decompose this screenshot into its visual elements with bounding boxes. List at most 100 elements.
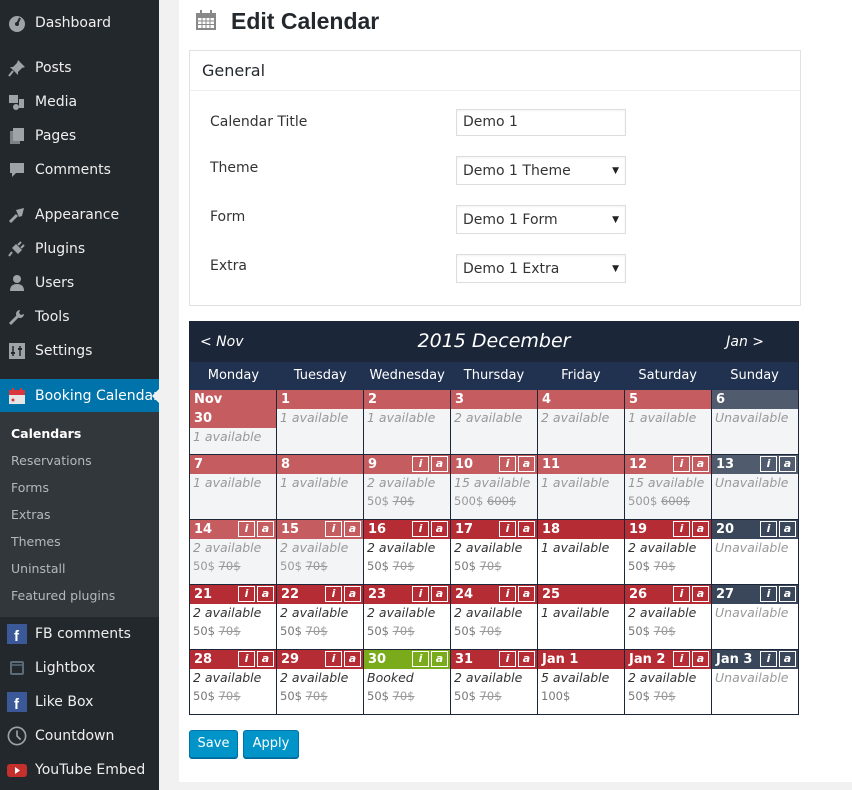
menu-users[interactable]: Users [0, 266, 159, 300]
calendar-day-cell[interactable]: 24 i a 2 available 50$ 70$ [451, 585, 537, 649]
calendar-day-cell[interactable]: 10 i a 15 available 500$ 600$ [451, 455, 537, 519]
menu-appearance[interactable]: Appearance [0, 198, 159, 232]
calendar-day-cell[interactable]: 29 i a 2 available 50$ 70$ [277, 650, 363, 714]
info-button[interactable]: i [760, 586, 777, 602]
calendar-day-cell[interactable]: 14 i a 2 available 50$ 70$ [190, 520, 276, 584]
add-booking-button[interactable]: a [692, 651, 709, 667]
calendar-day-cell[interactable]: 31 i a 2 available 50$ 70$ [451, 650, 537, 714]
menu-lightbox[interactable]: Lightbox [0, 651, 159, 685]
add-booking-button[interactable]: a [344, 521, 361, 537]
calendar-day-cell[interactable]: Nov 30 1 available [190, 390, 276, 454]
calendar-day-cell[interactable]: 27 i a Unavailable [712, 585, 798, 649]
menu-youtube-embed[interactable]: YouTube Embed [0, 753, 159, 787]
menu-comments[interactable]: Comments [0, 153, 159, 187]
calendar-day-cell[interactable]: 7 1 available [190, 455, 276, 519]
calendar-day-cell[interactable]: 13 i a Unavailable [712, 455, 798, 519]
calendar-day-cell[interactable]: 12 i a 15 available 500$ 600$ [625, 455, 711, 519]
submenu-forms[interactable]: Forms [11, 480, 49, 495]
submenu-featured-plugins[interactable]: Featured plugins [11, 588, 115, 603]
info-button[interactable]: i [760, 651, 777, 667]
calendar-day-cell[interactable]: 8 1 available [277, 455, 363, 519]
submenu-calendars[interactable]: Calendars [11, 426, 81, 441]
calendar-day-cell[interactable]: 28 i a 2 available 50$ 70$ [190, 650, 276, 714]
calendar-day-cell[interactable]: 16 i a 2 available 50$ 70$ [364, 520, 450, 584]
menu-dashboard[interactable]: Dashboard [0, 6, 159, 40]
extra-select[interactable]: Demo 1 Extra [456, 254, 626, 283]
calendar-day-cell[interactable]: Jan 3 i a Unavailable [712, 650, 798, 714]
menu-media[interactable]: Media [0, 85, 159, 119]
info-button[interactable]: i [325, 586, 342, 602]
info-button[interactable]: i [412, 521, 429, 537]
calendar-day-cell[interactable]: 1 1 available [277, 390, 363, 454]
add-booking-button[interactable]: a [779, 586, 796, 602]
info-button[interactable]: i [238, 521, 255, 537]
calendar-day-cell[interactable]: 22 i a 2 available 50$ 70$ [277, 585, 363, 649]
calendar-day-cell[interactable]: 3 2 available [451, 390, 537, 454]
calendar-day-cell[interactable]: 5 1 available [625, 390, 711, 454]
calendar-day-cell[interactable]: 4 2 available [538, 390, 624, 454]
add-booking-button[interactable]: a [431, 586, 448, 602]
menu-plugins[interactable]: Plugins [0, 232, 159, 266]
info-button[interactable]: i [238, 586, 255, 602]
theme-select[interactable]: Demo 1 Theme [456, 156, 626, 185]
calendar-day-cell[interactable]: 15 i a 2 available 50$ 70$ [277, 520, 363, 584]
info-button[interactable]: i [325, 521, 342, 537]
info-button[interactable]: i [760, 456, 777, 472]
submenu-reservations[interactable]: Reservations [11, 453, 92, 468]
add-booking-button[interactable]: a [692, 456, 709, 472]
add-booking-button[interactable]: a [431, 456, 448, 472]
menu-countdown[interactable]: Countdown [0, 719, 159, 753]
add-booking-button[interactable]: a [257, 521, 274, 537]
calendar-day-cell[interactable]: 11 1 available [538, 455, 624, 519]
calendar-day-cell[interactable]: 18 1 available [538, 520, 624, 584]
menu-fb-comments[interactable]: f FB comments [0, 617, 159, 651]
add-booking-button[interactable]: a [692, 521, 709, 537]
menu-settings[interactable]: Settings [0, 334, 159, 368]
info-button[interactable]: i [499, 586, 516, 602]
calendar-day-cell[interactable]: 9 ia 2 available 50$ 70$ [364, 455, 450, 519]
calendar-day-cell[interactable]: 20 i a Unavailable [712, 520, 798, 584]
info-button[interactable]: i [499, 651, 516, 667]
menu-posts[interactable]: Posts [0, 51, 159, 85]
calendar-title-input[interactable]: Demo 1 [456, 109, 626, 136]
add-booking-button[interactable]: a [779, 521, 796, 537]
menu-like-box[interactable]: f Like Box [0, 685, 159, 719]
calendar-day-cell[interactable]: 19 i a 2 available 50$ 70$ [625, 520, 711, 584]
submenu-themes[interactable]: Themes [11, 534, 61, 549]
calendar-day-cell[interactable]: 25 1 available [538, 585, 624, 649]
info-button[interactable]: i [760, 521, 777, 537]
info-button[interactable]: i [673, 456, 690, 472]
add-booking-button[interactable]: a [518, 586, 535, 602]
add-booking-button[interactable]: a [518, 521, 535, 537]
add-booking-button[interactable]: a [344, 651, 361, 667]
add-booking-button[interactable]: a [518, 456, 535, 472]
info-button[interactable]: i [412, 456, 429, 472]
info-button[interactable]: i [499, 521, 516, 537]
info-button[interactable]: i [673, 586, 690, 602]
add-booking-button[interactable]: a [692, 586, 709, 602]
calendar-day-cell[interactable]: Jan 1 5 available 100$ [538, 650, 624, 714]
info-button[interactable]: i [412, 586, 429, 602]
menu-tools[interactable]: Tools [0, 300, 159, 334]
calendar-day-cell[interactable]: 23 i a 2 available 50$ 70$ [364, 585, 450, 649]
info-button[interactable]: i [673, 651, 690, 667]
calendar-day-cell[interactable]: 2 1 available [364, 390, 450, 454]
next-month-link[interactable]: Jan > [726, 334, 764, 350]
info-button[interactable]: i [238, 651, 255, 667]
save-button[interactable]: Save [189, 730, 238, 758]
form-select[interactable]: Demo 1 Form [456, 205, 626, 234]
info-button[interactable]: i [412, 651, 429, 667]
info-button[interactable]: i [673, 521, 690, 537]
calendar-day-cell[interactable]: Jan 2 ia 2 available 50$ 70$ [625, 650, 711, 714]
info-button[interactable]: i [325, 651, 342, 667]
calendar-day-cell[interactable]: 21 i a 2 available 50$ 70$ [190, 585, 276, 649]
info-button[interactable]: i [499, 456, 516, 472]
submenu-uninstall[interactable]: Uninstall [11, 561, 66, 576]
submenu-extras[interactable]: Extras [11, 507, 51, 522]
add-booking-button[interactable]: a [518, 651, 535, 667]
calendar-day-cell[interactable]: 26 i a 2 available 50$ 70$ [625, 585, 711, 649]
add-booking-button[interactable]: a [257, 651, 274, 667]
apply-button[interactable]: Apply [243, 730, 299, 758]
calendar-day-cell[interactable]: 6 Unavailable [712, 390, 798, 454]
calendar-day-cell[interactable]: 30 i a Booked 50$ 70$ [364, 650, 450, 714]
